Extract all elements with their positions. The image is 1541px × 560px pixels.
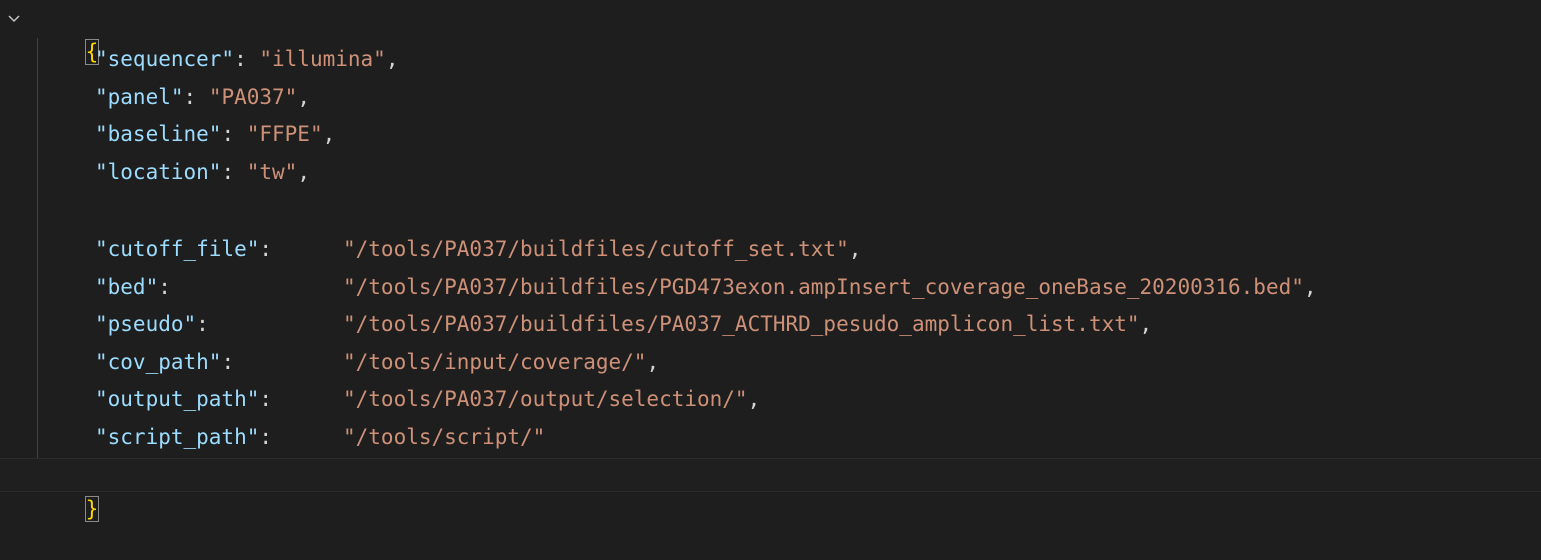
code-line: "bed": "/tools/PA037/buildfiles/PGD473exo…	[0, 270, 1541, 304]
json-comma: ,	[1139, 312, 1153, 336]
json-key-wrap: "baseline": "FFPE",	[95, 117, 335, 151]
json-key: "script_path"	[95, 424, 260, 449]
json-value: "/tools/PA037/buildfiles/cutoff_set.txt"	[343, 237, 849, 261]
json-key-wrap: "pseudo":	[95, 307, 209, 341]
json-key: "pseudo"	[95, 312, 197, 336]
json-key: "panel"	[95, 84, 184, 109]
code-line: "panel": "PA037",	[0, 80, 1541, 114]
json-key: "cutoff_file"	[95, 237, 260, 261]
json-separator: :	[221, 122, 247, 146]
json-value: "/tools/PA037/buildfiles/PA037_ACTHRD_pe…	[343, 312, 1140, 336]
json-comma: ,	[297, 159, 310, 184]
code-line: "cutoff_file": "/tools/PA037/buildfiles/c…	[0, 232, 1541, 266]
json-value: "/tools/PA037/buildfiles/PGD473exon.ampI…	[343, 274, 1304, 299]
json-separator: :	[259, 237, 273, 261]
json-key: "location"	[95, 159, 222, 184]
json-comma: ,	[322, 122, 336, 146]
json-value-wrap: "/tools/PA037/buildfiles/PA037_ACTHRD_pe…	[343, 307, 1152, 341]
code-line: "sequencer": "illumina",	[0, 42, 1541, 76]
json-separator: :	[259, 387, 273, 411]
json-comma: ,	[646, 349, 660, 374]
json-key: "output_path"	[95, 387, 260, 411]
current-line-highlight	[0, 458, 1541, 492]
code-line: "location": "tw",	[0, 155, 1541, 189]
json-key: "sequencer"	[95, 47, 235, 71]
json-comma: ,	[1303, 274, 1317, 299]
json-value: "/tools/script/"	[343, 424, 546, 449]
code-line: "pseudo": "/tools/PA037/buildfiles/PA037_…	[0, 307, 1541, 341]
json-key-wrap: "cov_path":	[95, 345, 234, 379]
json-comma: ,	[848, 237, 862, 261]
json-key-wrap: "script_path":	[95, 420, 272, 454]
json-separator: :	[221, 349, 235, 374]
json-separator: :	[196, 312, 209, 336]
chevron-down-icon[interactable]	[6, 10, 22, 26]
json-comma: ,	[747, 387, 761, 411]
json-key-wrap: "panel": "PA037",	[95, 80, 310, 114]
json-key: "baseline"	[95, 122, 222, 146]
code-line: "script_path": "/tools/script/"	[0, 420, 1541, 454]
code-line: "baseline": "FFPE",	[0, 117, 1541, 151]
code-editor[interactable]: { "sequencer": "illumina", "panel": "PA03…	[0, 0, 1541, 522]
json-value: "FFPE"	[246, 122, 323, 146]
json-separator: :	[183, 84, 209, 109]
json-comma: ,	[297, 84, 310, 109]
json-key: "bed"	[95, 274, 159, 299]
json-value: "PA037"	[208, 84, 298, 109]
code-line: "cov_path": "/tools/input/coverage/",	[0, 345, 1541, 379]
json-value-wrap: "/tools/PA037/buildfiles/PGD473exon.ampI…	[343, 270, 1317, 304]
json-separator: :	[234, 47, 260, 71]
json-key-wrap: "cutoff_file":	[95, 232, 272, 266]
json-key-wrap: "sequencer": "illumina",	[95, 42, 398, 76]
json-key-wrap: "location": "tw",	[95, 155, 310, 189]
code-line: "output_path": "/tools/PA037/output/selec…	[0, 382, 1541, 416]
json-value-wrap: "/tools/input/coverage/",	[343, 345, 659, 379]
json-separator: :	[158, 274, 171, 299]
json-separator: :	[259, 424, 273, 449]
json-comma: ,	[385, 47, 399, 71]
json-key-wrap: "output_path":	[95, 382, 272, 416]
json-key: "cov_path"	[95, 349, 222, 374]
json-key-wrap: "bed":	[95, 270, 171, 304]
json-value-wrap: "/tools/PA037/buildfiles/cutoff_set.txt"…	[343, 232, 861, 266]
code-line-open-brace: {	[34, 1, 100, 65]
json-value-wrap: "/tools/script/"	[343, 420, 545, 454]
json-separator: :	[221, 159, 247, 184]
json-value-wrap: "/tools/PA037/output/selection/",	[343, 382, 760, 416]
code-line-close-brace: }	[34, 458, 100, 522]
close-brace: }	[84, 496, 100, 522]
json-value: "tw"	[246, 159, 298, 184]
json-value: "illumina"	[259, 47, 386, 71]
json-value: "/tools/PA037/output/selection/"	[343, 387, 748, 411]
json-value: "/tools/input/coverage/"	[343, 349, 647, 374]
